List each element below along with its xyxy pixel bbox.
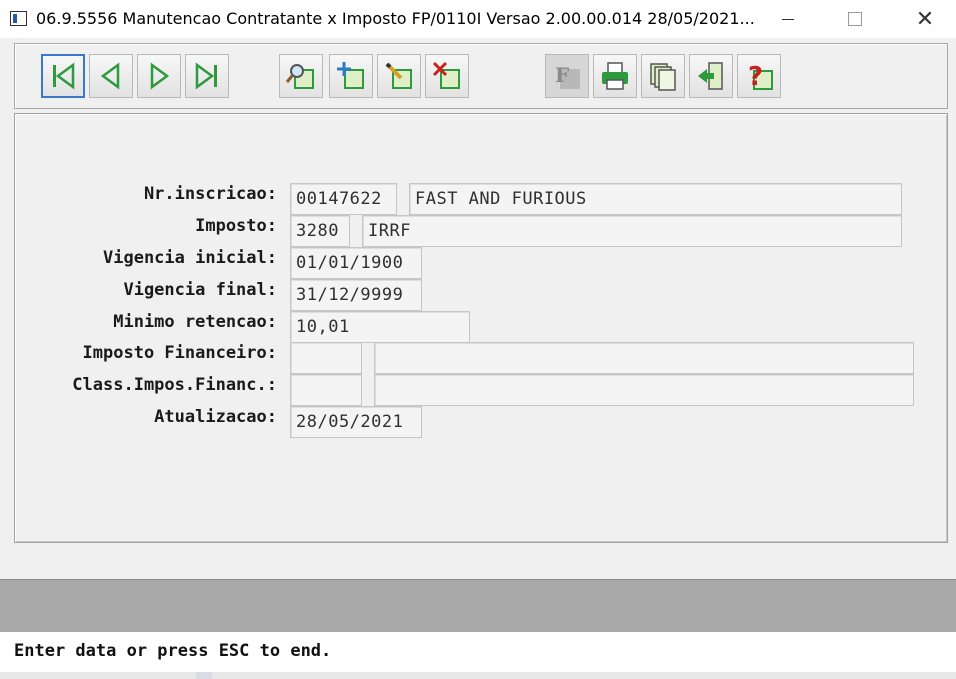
bottom-tab xyxy=(196,672,212,679)
search-button[interactable] xyxy=(279,54,323,98)
imposto-financeiro-code-field[interactable] xyxy=(290,342,362,374)
add-icon xyxy=(337,62,364,89)
app-icon xyxy=(10,11,27,26)
status-message: Enter data or press ESC to end. xyxy=(14,641,332,661)
first-record-icon xyxy=(53,62,75,90)
help-button[interactable]: ? xyxy=(737,54,781,98)
bottom-strip xyxy=(0,672,956,679)
class-impos-financ-description-field[interactable] xyxy=(374,374,914,406)
copy-icon xyxy=(650,63,676,91)
atualizacao-label: Atualizacao: xyxy=(154,407,277,427)
close-button[interactable]: ✕ xyxy=(895,0,955,38)
help-icon: ? xyxy=(748,62,773,92)
edit-button[interactable] xyxy=(377,54,421,98)
minimo-retencao-label: Minimo retencao: xyxy=(113,312,277,332)
copy-button[interactable] xyxy=(641,54,685,98)
svg-text:?: ? xyxy=(748,62,763,92)
toolbar: F ? xyxy=(14,43,948,109)
delete-icon xyxy=(432,61,460,89)
next-record-icon xyxy=(150,62,170,90)
vigencia-final-label: Vigencia final: xyxy=(123,280,277,300)
atualizacao-field[interactable]: 28/05/2021 xyxy=(290,406,422,438)
print-icon xyxy=(602,62,628,90)
delete-button[interactable] xyxy=(425,54,469,98)
class-impos-financ-code-field[interactable] xyxy=(290,374,362,406)
imposto-description-field[interactable]: IRRF xyxy=(362,215,902,247)
exit-icon xyxy=(698,62,723,90)
minimo-retencao-field[interactable]: 10,01 xyxy=(290,311,470,343)
nr-inscricao-field[interactable]: 00147622 xyxy=(290,183,397,215)
edit-icon xyxy=(385,62,412,89)
last-record-button[interactable] xyxy=(185,54,229,98)
filter-button[interactable]: F xyxy=(545,54,589,98)
search-icon xyxy=(285,64,314,89)
filter-icon: F xyxy=(555,63,580,89)
add-button[interactable] xyxy=(329,54,373,98)
svg-text:F: F xyxy=(555,63,569,87)
exit-button[interactable] xyxy=(689,54,733,98)
class-impos-financ-label: Class.Impos.Financ.: xyxy=(72,375,277,395)
vigencia-inicial-label: Vigencia inicial: xyxy=(103,248,277,268)
status-bar: Enter data or press ESC to end. xyxy=(0,632,956,672)
vigencia-final-field[interactable]: 31/12/9999 xyxy=(290,279,422,311)
contratante-name-field[interactable]: FAST AND FURIOUS xyxy=(409,183,902,215)
title-bar: 06.9.5556 Manutencao Contratante x Impos… xyxy=(0,0,956,38)
imposto-code-field[interactable]: 3280 xyxy=(290,215,350,247)
message-area xyxy=(0,579,956,632)
print-button[interactable] xyxy=(593,54,637,98)
previous-record-button[interactable] xyxy=(89,54,133,98)
imposto-financeiro-description-field[interactable] xyxy=(374,342,914,374)
window-title: 06.9.5556 Manutencao Contratante x Impos… xyxy=(36,9,755,28)
nr-inscricao-label: Nr.inscricao: xyxy=(143,184,277,204)
imposto-financeiro-label: Imposto Financeiro: xyxy=(82,343,277,363)
next-record-button[interactable] xyxy=(137,54,181,98)
imposto-label: Imposto: xyxy=(195,216,277,236)
first-record-button[interactable] xyxy=(41,54,85,98)
previous-record-icon xyxy=(100,62,120,90)
last-record-icon xyxy=(195,62,217,90)
maximize-button[interactable] xyxy=(825,0,885,38)
vigencia-inicial-field[interactable]: 01/01/1900 xyxy=(290,247,422,279)
minimize-button[interactable] xyxy=(758,0,818,38)
